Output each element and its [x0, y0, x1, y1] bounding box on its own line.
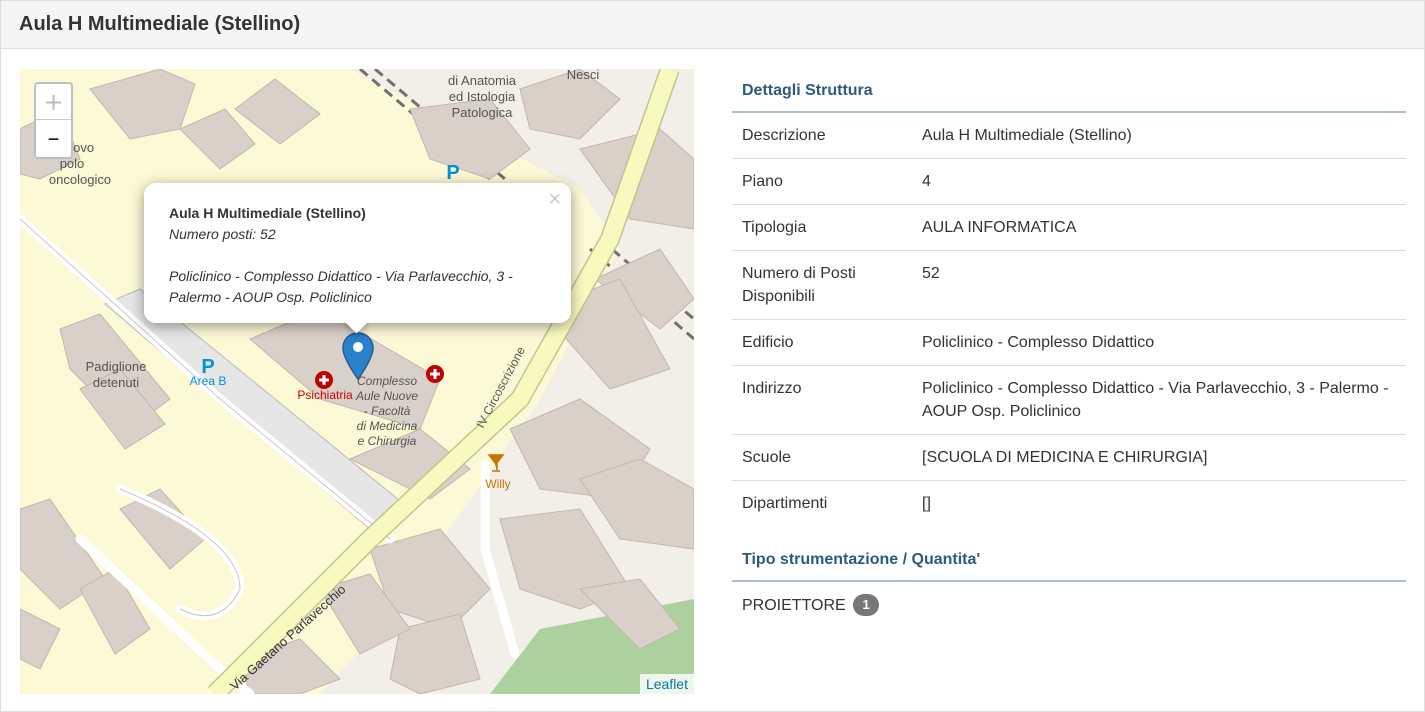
- zoom-in-button[interactable]: +: [36, 84, 71, 120]
- details-row: Tipologia AULA INFORMATICA: [732, 204, 1406, 251]
- svg-text:P: P: [446, 162, 459, 184]
- details-value: []: [912, 480, 1406, 526]
- popup-title: Aula H Multimediale (Stellino): [169, 205, 366, 221]
- map[interactable]: uovo polo oncologico di Anatomia ed Istolog…: [20, 69, 694, 694]
- popup-address-line1: Policlinico - Complesso Didattico - Via …: [169, 268, 513, 284]
- quantity-badge: 1: [853, 594, 880, 616]
- details-label: Piano: [732, 158, 912, 205]
- zoom-control: + –: [34, 82, 73, 159]
- strumentazione-name: PROIETTORE: [742, 597, 846, 614]
- details-label: Descrizione: [742, 127, 826, 144]
- details-value: 4: [912, 158, 1406, 205]
- details-label: Numero di Posti Disponibili: [732, 250, 912, 320]
- map-marker-icon[interactable]: [342, 331, 374, 386]
- svg-text:P: P: [201, 356, 214, 378]
- details-value: Aula H Multimediale (Stellino): [922, 127, 1132, 144]
- details-value: AULA INFORMATICA: [912, 204, 1406, 251]
- svg-text:di Anatomiaed IstologiaPatolog: di Anatomia ed Istologia Patologica: [448, 73, 517, 120]
- details-value: Policlinico - Complesso Didattico: [912, 319, 1406, 366]
- details-row: Dipartimenti[]: [732, 480, 1406, 526]
- strumentazione-list: PROIETTORE 1: [732, 582, 1406, 630]
- details-row: Descrizione Aula H Multimediale (Stellino…: [732, 113, 1406, 159]
- details-value: 52: [912, 250, 1406, 320]
- details-value: [SCUOLA DI MEDICINA E CHIRURGIA]: [912, 434, 1406, 481]
- details-label: Scuole: [732, 434, 912, 481]
- strumentazione-section: Tipo strumentazione / Quantita' PROIETTO…: [732, 538, 1406, 630]
- details-row: Edificio Policlinico - Complesso Didattic…: [732, 319, 1406, 366]
- map-popup: Aula H Multimediale (Stellino) Numero po…: [144, 183, 571, 334]
- popup-content: Aula H Multimediale (Stellino) Numero po…: [144, 183, 571, 323]
- svg-text:Nesci: Nesci: [567, 69, 600, 82]
- page-title: Aula H Multimediale (Stellino): [19, 13, 301, 35]
- popup-seats: Numero posti: 52: [169, 226, 276, 242]
- map-attribution-link[interactable]: Leaflet: [639, 674, 694, 694]
- details-panel: Dettagli Struttura Descrizione Aula H Mul…: [732, 69, 1406, 616]
- details-row: Scuole [SCUOLA DI MEDICINA E CHIRURGIA]: [732, 434, 1406, 481]
- details-row: Piano 4: [732, 158, 1406, 205]
- details-label: Indirizzo: [732, 365, 912, 435]
- details-table: Descrizione Aula H Multimediale (Stellino…: [732, 113, 1406, 526]
- svg-text:Willy: Willy: [485, 477, 510, 491]
- details-label: Tipologia: [732, 204, 912, 251]
- svg-text:Psichiatria: Psichiatria: [297, 388, 353, 402]
- panel-header: Aula H Multimediale (Stellino): [1, 1, 1424, 49]
- strumentazione-heading: Tipo strumentazione / Quantita': [732, 538, 1406, 582]
- details-label: Edificio: [732, 319, 912, 366]
- strumentazione-item: PROIETTORE 1: [732, 582, 1406, 630]
- popup-address-line2: Palermo - AOUP Osp. Policlinico: [169, 289, 372, 305]
- details-value: Policlinico - Complesso Didattico - Via …: [912, 365, 1406, 435]
- zoom-out-button[interactable]: –: [36, 120, 71, 156]
- details-row: Indirizzo Policlinico - Complesso Didatti…: [732, 365, 1406, 435]
- details-row: Numero di Posti Disponibili 52: [732, 250, 1406, 320]
- details-heading: Dettagli Struttura: [732, 69, 1406, 113]
- page: Aula H Multimediale (Stellino) uovo polo…: [0, 0, 1425, 712]
- popup-close-button[interactable]: ×: [548, 189, 562, 209]
- details-label: Dipartimenti: [732, 480, 912, 526]
- svg-text:Padiglionedetenuti: Padiglione detenuti: [86, 359, 147, 390]
